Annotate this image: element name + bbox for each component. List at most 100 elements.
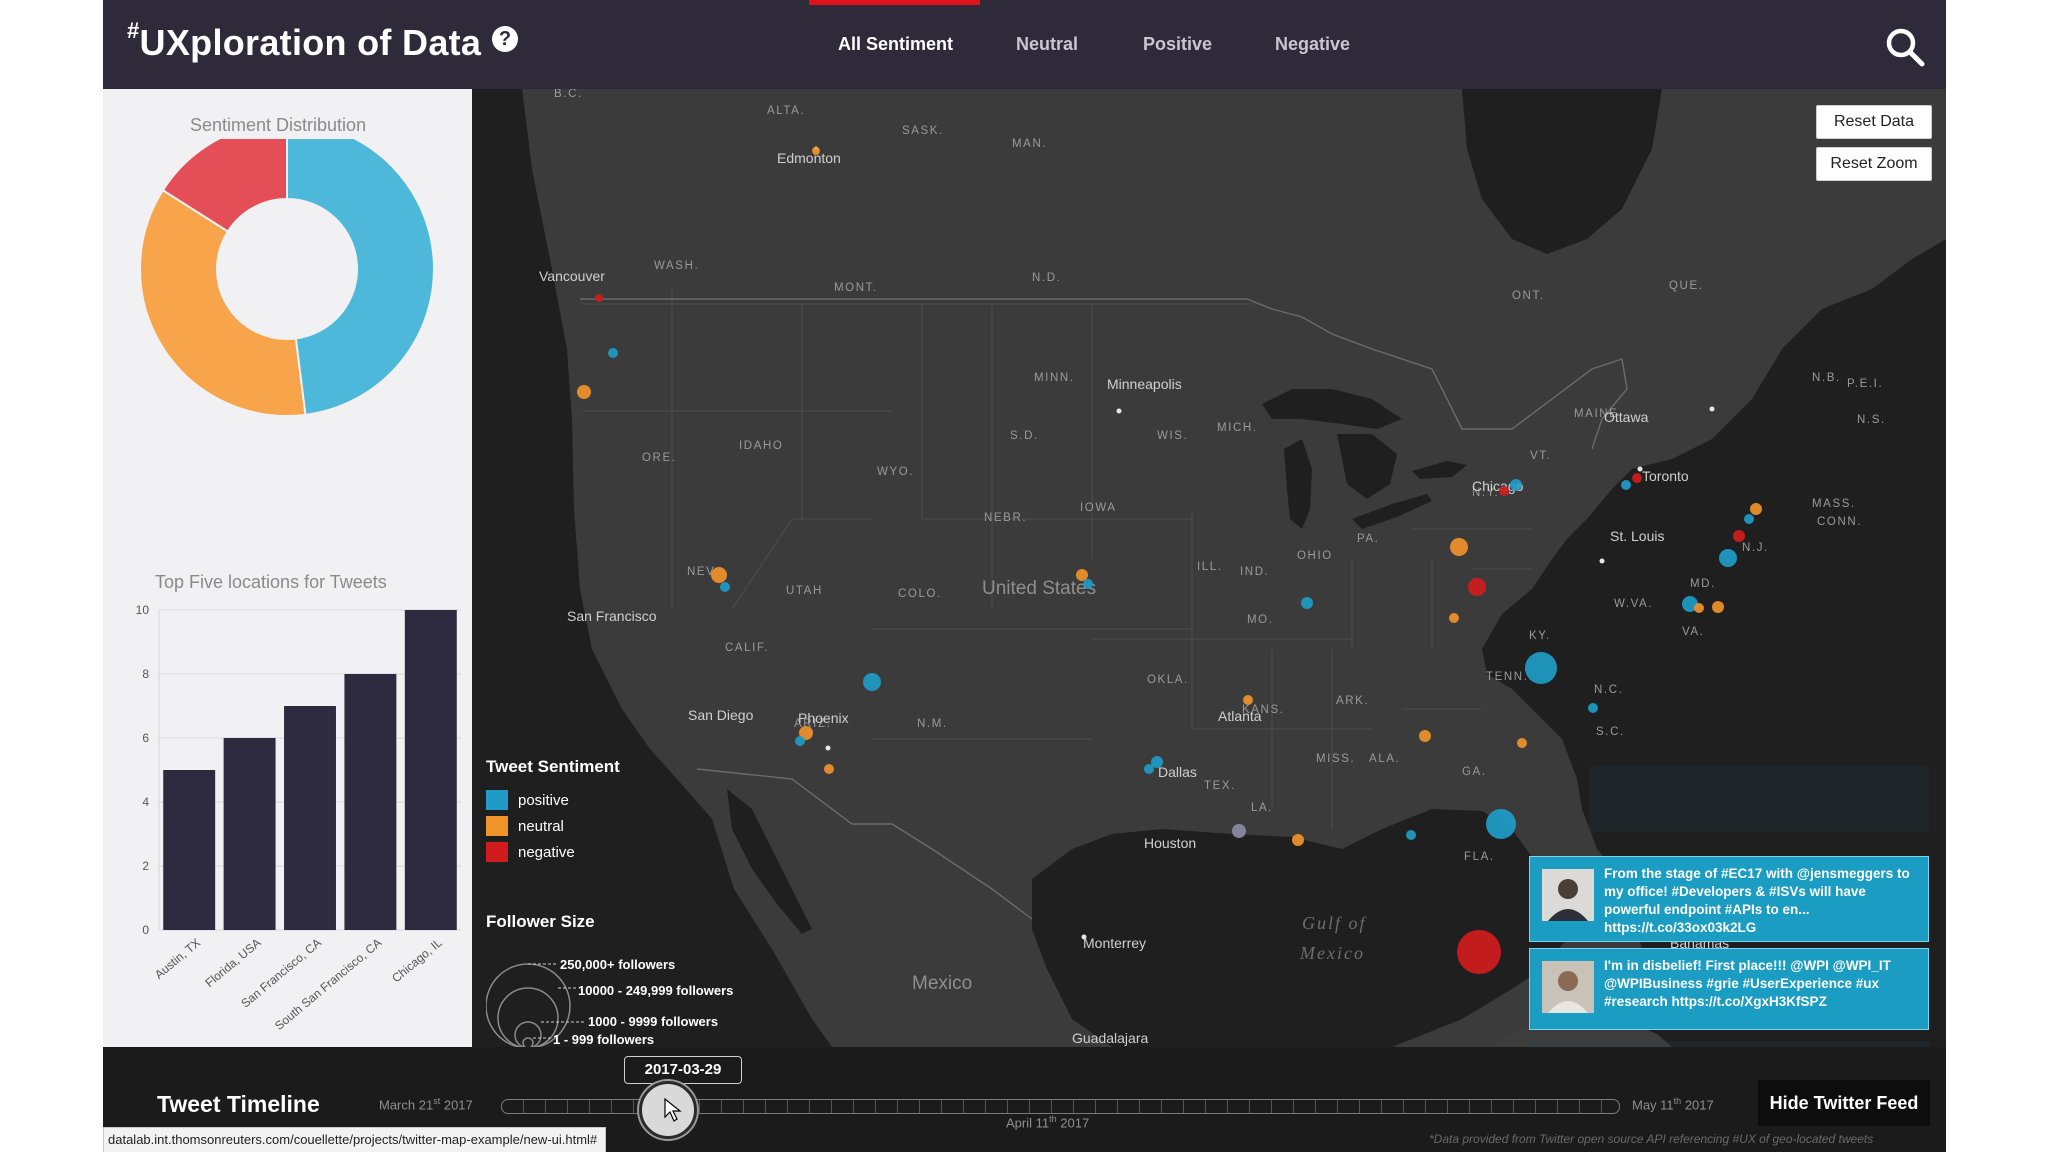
map-label-water: Gulf of — [1302, 913, 1368, 933]
negative-swatch — [486, 842, 508, 862]
tweet-marker-positive[interactable] — [1719, 549, 1737, 567]
map-label-city: St. Louis — [1610, 528, 1664, 544]
tweet-marker-negative[interactable] — [1468, 578, 1486, 596]
help-icon[interactable]: ? — [492, 26, 518, 52]
map-label-city: Toronto — [1642, 468, 1689, 484]
tweet-marker-positive[interactable] — [1525, 652, 1557, 684]
tab-positive[interactable]: Positive — [1143, 34, 1212, 55]
map-label-region: KY. — [1529, 630, 1551, 642]
bar-3[interactable] — [344, 674, 397, 930]
tweet-marker-positive[interactable] — [1144, 764, 1154, 774]
reset-data-button[interactable]: Reset Data — [1816, 105, 1932, 139]
bar-x-label: South San Francisco, CA — [272, 936, 384, 1033]
title-hash: # — [127, 18, 140, 43]
tweet-marker-positive[interactable] — [1744, 514, 1754, 524]
tab-all-sentiment[interactable]: All Sentiment — [838, 34, 953, 55]
donut-slice-positive[interactable] — [286, 139, 435, 416]
tab-negative[interactable]: Negative — [1275, 34, 1350, 55]
bar-x-label: Florida, USA — [202, 936, 263, 990]
map-label-region: WYO. — [877, 466, 914, 478]
tweet-marker-neutral[interactable] — [1450, 538, 1468, 556]
tweet-card-1[interactable]: From the stage of #EC17 with @jensmegger… — [1529, 856, 1929, 942]
map-label-city: San Diego — [688, 707, 754, 723]
tweet-marker-negative[interactable] — [1499, 486, 1509, 496]
tweet-marker-neutral[interactable] — [1712, 601, 1724, 613]
tweet-card-2[interactable]: I'm in disbelief! First place!!! @WPI @W… — [1529, 948, 1929, 1030]
tweet-marker-positive[interactable] — [1510, 479, 1522, 491]
end-date-year: 2017 — [1684, 1097, 1714, 1113]
tweet-marker-positive[interactable] — [1083, 579, 1093, 589]
bar-y-tick: 10 — [136, 604, 150, 617]
top-navigation-bar: #UXploration of Data ? All Sentiment Neu… — [103, 0, 1946, 89]
city-dot — [1116, 408, 1122, 414]
tweet-marker-positive[interactable] — [863, 673, 881, 691]
tweet-marker-positive[interactable] — [608, 348, 618, 358]
map-label-region: ALA. — [1369, 753, 1400, 765]
reset-zoom-button[interactable]: Reset Zoom — [1816, 147, 1932, 181]
tweet-marker-positive[interactable] — [720, 582, 730, 592]
map-label-region: CONN. — [1817, 516, 1862, 528]
tweet-marker-neutral[interactable] — [812, 147, 820, 155]
tweet-marker-neutral[interactable] — [824, 764, 834, 774]
end-date-sup: th — [1673, 1096, 1682, 1106]
legend-label-neutral: neutral — [518, 817, 564, 835]
legend-label-negative: negative — [518, 843, 575, 861]
tweet-marker-other[interactable] — [1232, 824, 1246, 838]
map-label-region: B.C. — [554, 89, 583, 100]
mid-date-text: April 11 — [1006, 1115, 1050, 1131]
map-label-region: ONT. — [1512, 290, 1545, 302]
bar-1[interactable] — [223, 738, 276, 930]
tweet-marker-positive[interactable] — [1588, 703, 1598, 713]
tweet-map[interactable]: United StatesMexicoCubaGulf ofMexicoALTA… — [472, 89, 1946, 1047]
tweet-marker-neutral[interactable] — [1517, 738, 1527, 748]
search-icon[interactable] — [1884, 26, 1926, 68]
bar-chart-title: Top Five locations for Tweets — [155, 572, 387, 592]
follower-size-label-4: 1 - 999 followers — [553, 1032, 655, 1047]
map-label-region: MISS. — [1316, 753, 1355, 765]
tab-neutral[interactable]: Neutral — [1016, 34, 1078, 55]
person-avatar-icon — [1542, 869, 1594, 921]
bar-0[interactable] — [163, 770, 216, 930]
active-tab-indicator — [809, 0, 980, 5]
map-label-region: GA. — [1462, 766, 1487, 778]
app-title-text: UXploration of Data — [139, 22, 482, 63]
tweet-marker-positive[interactable] — [1406, 830, 1416, 840]
tweet-marker-neutral[interactable] — [1694, 603, 1704, 613]
follower-size-legend: Follower Size 250,000+ followers 10000 -… — [486, 912, 806, 1047]
tweet-marker-negative[interactable] — [1733, 530, 1745, 542]
tweet-marker-negative[interactable] — [1457, 930, 1501, 974]
timeline-mid-date: April 11th 2017 — [1006, 1114, 1089, 1130]
timeline-start-date: March 21st 2017 — [379, 1096, 473, 1112]
hide-twitter-feed-button[interactable]: Hide Twitter Feed — [1758, 1080, 1930, 1126]
tweet-marker-positive[interactable] — [795, 736, 805, 746]
map-label-region: WASH. — [654, 260, 699, 272]
city-dot — [1599, 558, 1605, 564]
tweet-marker-negative[interactable] — [595, 294, 603, 302]
tweet-marker-negative[interactable] — [1632, 473, 1642, 483]
map-label-region: N.B. — [1812, 372, 1841, 384]
map-label-city: Guadalajara — [1072, 1030, 1148, 1046]
tweet-marker-positive[interactable] — [1301, 597, 1313, 609]
map-label-region: VA. — [1682, 626, 1704, 638]
map-label-region: N.C. — [1594, 684, 1623, 696]
tweet-marker-neutral[interactable] — [1419, 730, 1431, 742]
tweet-text-1: From the stage of #EC17 with @jensmegger… — [1604, 866, 1910, 935]
tweet-marker-positive[interactable] — [1621, 480, 1631, 490]
bar-4[interactable] — [404, 610, 457, 930]
tweet-marker-neutral[interactable] — [1076, 569, 1088, 581]
tweet-marker-neutral[interactable] — [1750, 503, 1762, 515]
tweet-marker-neutral[interactable] — [577, 385, 591, 399]
map-label-region: S.C. — [1596, 726, 1625, 738]
map-label-country: United States — [982, 578, 1096, 599]
follower-size-label-1: 250,000+ followers — [560, 957, 676, 972]
feed-faded-top — [1589, 766, 1929, 832]
tweet-marker-neutral[interactable] — [1449, 613, 1459, 623]
bar-2[interactable] — [284, 706, 336, 930]
tweet-marker-neutral[interactable] — [711, 567, 727, 583]
map-label-city: Houston — [1144, 835, 1196, 851]
tweet-marker-positive[interactable] — [1486, 809, 1516, 839]
map-label-region: IND. — [1240, 566, 1269, 578]
map-label-region: UTAH — [786, 585, 823, 597]
tweet-marker-neutral[interactable] — [1292, 834, 1304, 846]
tweet-marker-neutral[interactable] — [1243, 695, 1253, 705]
